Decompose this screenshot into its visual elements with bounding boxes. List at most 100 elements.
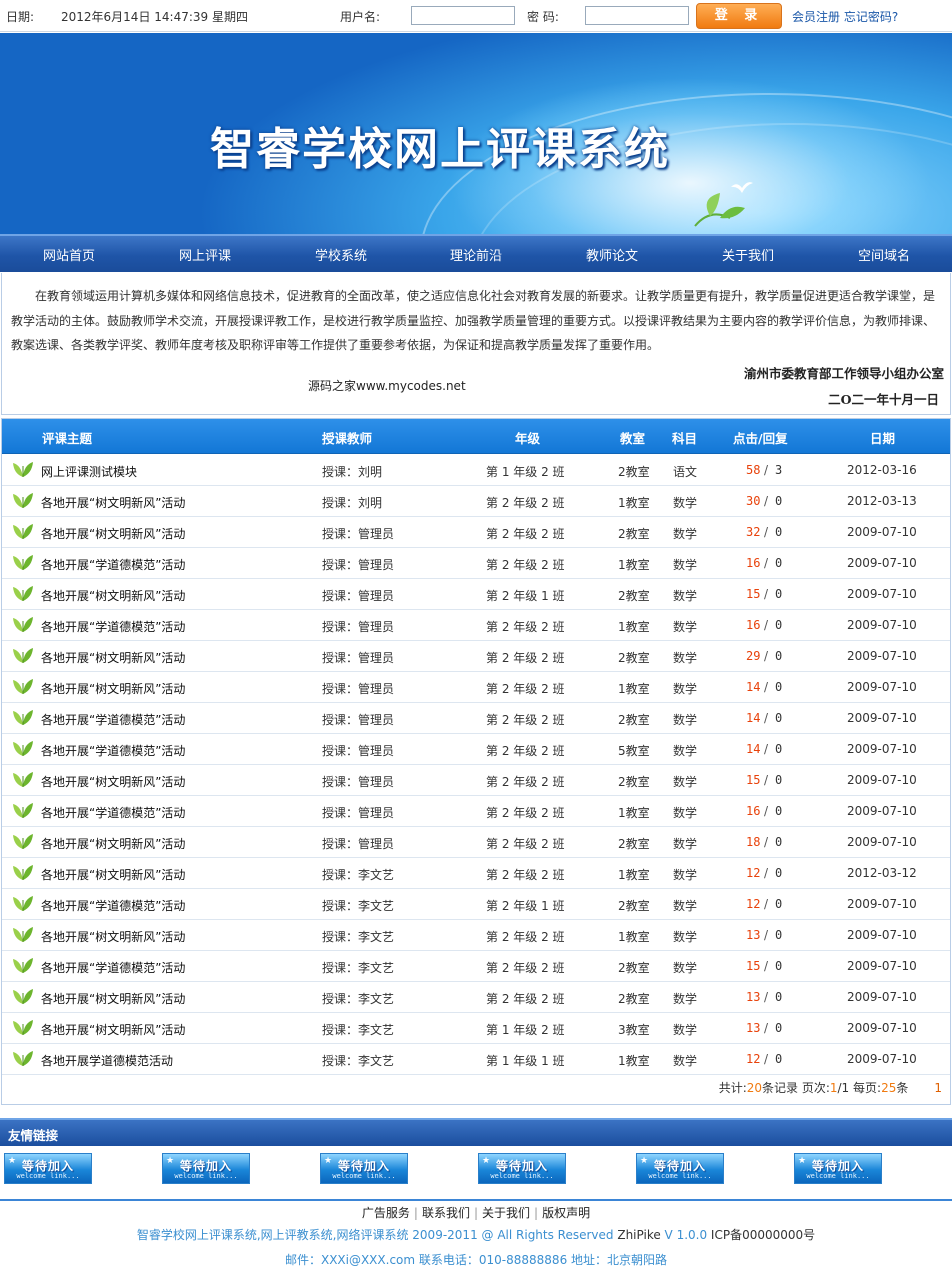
table-row[interactable]: 各地开展“学道德模范”活动 授课：李文艺 第 2 年级 2 班 2教室 数学 15/ 0 20… [2,951,950,982]
row-date: 2009-07-10 [847,587,917,601]
header-clicks: 点击/回复 [733,431,788,446]
row-room: 1教室 [618,1054,650,1068]
row-topic[interactable]: 各地开展“树文明新风”活动 [41,494,185,511]
table-row[interactable]: 各地开展“树文明新风”活动 授课：管理员 第 2 年级 2 班 2教室 数学 18/ 0 20… [2,827,950,858]
nav-item-about[interactable]: 关于我们 [722,245,774,264]
row-topic[interactable]: 各地开展“树文明新风”活动 [41,773,185,790]
pager-total-label: 共计: [718,1081,747,1095]
row-teacher: 授课：李文艺 [322,899,395,913]
row-subject: 数学 [673,589,698,603]
date-value: 2012年6月14日 14:47:39 星期四 [61,10,248,24]
nav-item-theory[interactable]: 理论前沿 [450,245,502,264]
table-row[interactable]: 各地开展“树文明新风”活动 授课：管理员 第 2 年级 1 班 2教室 数学 15/ 0 20… [2,579,950,610]
row-clicks: 14 [746,680,761,694]
table-row[interactable]: 各地开展“学道德模范”活动 授课：管理员 第 2 年级 2 班 1教室 数学 16/ 0 20… [2,548,950,579]
nav-item-online-review[interactable]: 网上评课 [179,245,231,264]
register-link[interactable]: 会员注册 [792,10,840,24]
row-teacher: 授课：管理员 [322,651,395,665]
row-replies: 0 [775,1021,783,1035]
banner: 智睿学校网上评课系统 [0,33,952,234]
table-row[interactable]: 各地开展“树文明新风”活动 授课：管理员 第 2 年级 2 班 2教室 数学 29/ 0 20… [2,641,950,672]
row-replies: 0 [775,835,783,849]
row-date: 2009-07-10 [847,928,917,942]
intro-text: 在教育领域运用计算机多媒体和网络信息技术，促进教育的全面改革，使之适应信息化社会… [11,289,936,352]
row-topic[interactable]: 各地开展“树文明新风”活动 [41,928,185,945]
username-input[interactable] [411,6,515,25]
nav-item-school-system[interactable]: 学校系统 [315,245,367,264]
table-row[interactable]: 各地开展“树文明新风”活动 授课：李文艺 第 2 年级 2 班 1教室 数学 12/ 0 20… [2,858,950,889]
row-date: 2009-07-10 [847,680,917,694]
leaf-icon [12,584,34,602]
table-row[interactable]: 各地开展“树文明新风”活动 授课：刘明 第 2 年级 2 班 1教室 数学 30/ 0 201… [2,486,950,517]
row-subject: 数学 [673,1023,698,1037]
table-row[interactable]: 各地开展“树文明新风”活动 授课：管理员 第 2 年级 2 班 2教室 数学 32/ 0 20… [2,517,950,548]
nav-item-home[interactable]: 网站首页 [43,245,95,264]
leaf-icon [12,491,34,509]
row-clicks: 13 [746,990,761,1004]
forgot-password-link[interactable]: 忘记密码? [844,10,898,24]
friend-link-button[interactable]: ★ 等待加入 welcome link... [794,1153,882,1184]
banner-title: 智睿学校网上评课系统 [210,124,670,175]
friend-link-button[interactable]: ★ 等待加入 welcome link... [4,1153,92,1184]
row-clicks: 12 [746,866,761,880]
friend-link-button[interactable]: ★ 等待加入 welcome link... [636,1153,724,1184]
row-teacher: 授课：李文艺 [322,868,395,882]
footer-link-ads[interactable]: 广告服务 [362,1206,410,1220]
table-row[interactable]: 各地开展“树文明新风”活动 授课：李文艺 第 2 年级 2 班 2教室 数学 13/ 0 20… [2,982,950,1013]
row-room: 2教室 [618,651,650,665]
password-input[interactable] [585,6,689,25]
table-row[interactable]: 各地开展学道德模范活动 授课：李文艺 第 1 年级 1 班 1教室 数学 12/ 0 2009… [2,1044,950,1075]
footer-brand: ZhiPike [617,1228,661,1242]
footer-link-copyright[interactable]: 版权声明 [542,1206,590,1220]
friend-link-button[interactable]: ★ 等待加入 welcome link... [162,1153,250,1184]
row-topic[interactable]: 各地开展“学道德模范”活动 [41,618,185,635]
table-row[interactable]: 网上评课测试模块 授课：刘明 第 1 年级 2 班 2教室 语文 58/ 3 2012-03-… [2,455,950,486]
friend-link-sub: welcome link... [648,1172,712,1180]
nav-item-teacher-papers[interactable]: 教师论文 [586,245,638,264]
table-row[interactable]: 各地开展“学道德模范”活动 授课：管理员 第 2 年级 2 班 1教室 数学 16/ 0 20… [2,796,950,827]
row-grade: 第 2 年级 2 班 [486,744,565,758]
row-subject: 数学 [673,651,698,665]
login-button[interactable]: 登 录 [696,3,782,29]
footer-link-about[interactable]: 关于我们 [482,1206,530,1220]
header-teacher: 授课教师 [322,431,373,446]
table-row[interactable]: 各地开展“学道德模范”活动 授课：管理员 第 2 年级 2 班 5教室 数学 14/ 0 20… [2,734,950,765]
table-row[interactable]: 各地开展“学道德模范”活动 授课：李文艺 第 2 年级 1 班 2教室 数学 12/ 0 20… [2,889,950,920]
row-topic[interactable]: 各地开展学道德模范活动 [41,1052,173,1069]
nav-item-domain[interactable]: 空间域名 [858,245,910,264]
leaf-icon [12,460,34,478]
row-topic[interactable]: 各地开展“树文明新风”活动 [41,587,185,604]
friend-link-button[interactable]: ★ 等待加入 welcome link... [320,1153,408,1184]
row-topic[interactable]: 各地开展“树文明新风”活动 [41,525,185,542]
row-topic[interactable]: 各地开展“树文明新风”活动 [41,835,185,852]
friend-link-sub: welcome link... [490,1172,554,1180]
row-subject: 数学 [673,713,698,727]
table-row[interactable]: 各地开展“学道德模范”活动 授课：管理员 第 2 年级 2 班 2教室 数学 14/ 0 20… [2,703,950,734]
table-row[interactable]: 各地开展“树文明新风”活动 授课：李文艺 第 2 年级 2 班 1教室 数学 13/ 0 20… [2,920,950,951]
row-replies: 0 [775,866,783,880]
row-topic[interactable]: 各地开展“学道德模范”活动 [41,897,185,914]
row-topic[interactable]: 各地开展“学道德模范”活动 [41,959,185,976]
friend-link-button[interactable]: ★ 等待加入 welcome link... [478,1153,566,1184]
row-topic[interactable]: 各地开展“学道德模范”活动 [41,556,185,573]
row-topic[interactable]: 各地开展“学道德模范”活动 [41,804,185,821]
table-row[interactable]: 各地开展“树文明新风”活动 授课：李文艺 第 1 年级 2 班 3教室 数学 13/ 0 20… [2,1013,950,1044]
intro-org: 渝州市委教育部工作领导小组办公室 [743,366,944,381]
friend-link-sub: welcome link... [332,1172,396,1180]
row-replies: 0 [775,711,783,725]
row-topic[interactable]: 各地开展“树文明新风”活动 [41,649,185,666]
row-topic[interactable]: 网上评课测试模块 [41,463,137,480]
row-topic[interactable]: 各地开展“树文明新风”活动 [41,866,185,883]
table-row[interactable]: 各地开展“树文明新风”活动 授课：管理员 第 2 年级 2 班 2教室 数学 15/ 0 20… [2,765,950,796]
row-teacher: 授课：李文艺 [322,1023,395,1037]
row-topic[interactable]: 各地开展“学道德模范”活动 [41,711,185,728]
table-row[interactable]: 各地开展“学道德模范”活动 授课：管理员 第 2 年级 2 班 1教室 数学 16/ 0 20… [2,610,950,641]
footer-link-contact[interactable]: 联系我们 [422,1206,470,1220]
row-topic[interactable]: 各地开展“树文明新风”活动 [41,990,185,1007]
pager-page-link[interactable]: 1 [934,1081,942,1095]
row-topic[interactable]: 各地开展“学道德模范”活动 [41,742,185,759]
row-topic[interactable]: 各地开展“树文明新风”活动 [41,1021,185,1038]
row-clicks-separator: / [764,897,769,911]
table-row[interactable]: 各地开展“树文明新风”活动 授课：管理员 第 2 年级 2 班 1教室 数学 14/ 0 20… [2,672,950,703]
row-topic[interactable]: 各地开展“树文明新风”活动 [41,680,185,697]
